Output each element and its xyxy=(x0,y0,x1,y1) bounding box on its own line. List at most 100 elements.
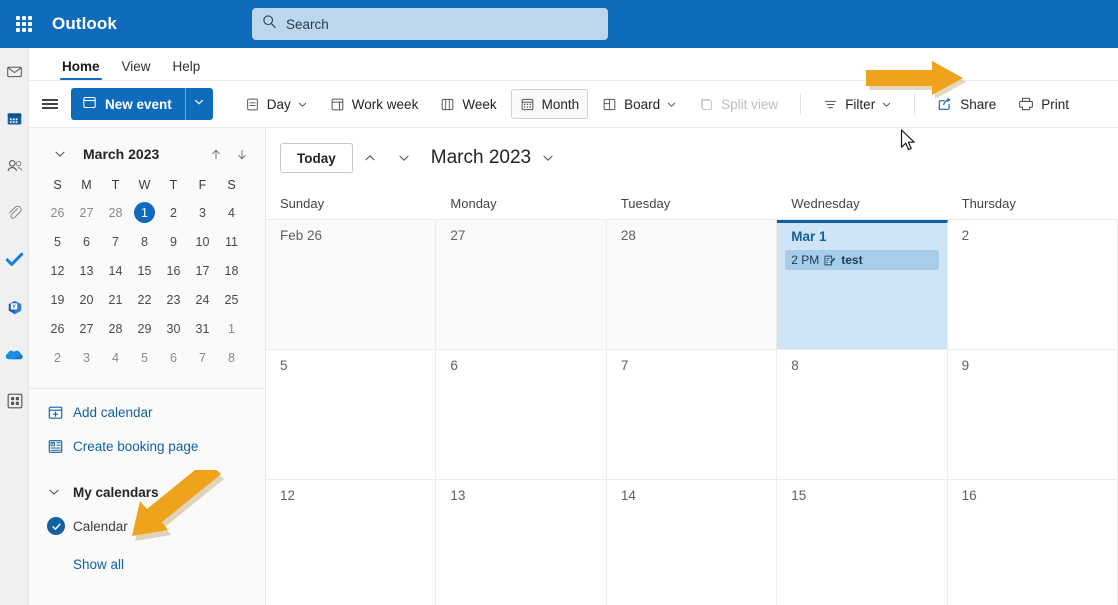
mini-calendar-day[interactable]: 23 xyxy=(159,285,188,314)
mini-calendar-day[interactable]: 24 xyxy=(188,285,217,314)
view-work-week-button[interactable]: Work week xyxy=(322,89,427,119)
calendar-day-cell[interactable]: Feb 26 xyxy=(266,220,437,349)
next-month-button[interactable] xyxy=(387,143,421,173)
mini-calendar-day[interactable]: 20 xyxy=(72,285,101,314)
arrow-down-icon[interactable] xyxy=(229,147,255,162)
mini-calendar-day[interactable]: 2 xyxy=(159,198,188,227)
tab-view[interactable]: View xyxy=(111,59,162,80)
mini-calendar-day[interactable]: 4 xyxy=(101,343,130,372)
show-all-link[interactable]: Show all xyxy=(29,557,265,572)
mini-calendar-day[interactable]: 21 xyxy=(101,285,130,314)
view-board-button[interactable]: Board xyxy=(594,89,685,119)
calendar-day-cell[interactable]: 16 xyxy=(948,480,1118,605)
mini-calendar-day[interactable]: 16 xyxy=(159,256,188,285)
calendar-day-cell[interactable]: 12 xyxy=(266,480,437,605)
onedrive-icon[interactable] xyxy=(0,330,29,377)
mini-calendar-day[interactable]: 3 xyxy=(188,198,217,227)
mini-calendar-day[interactable]: 8 xyxy=(130,227,159,256)
mini-calendar-day[interactable]: 3 xyxy=(72,343,101,372)
mini-calendar-day[interactable]: 6 xyxy=(72,227,101,256)
create-booking-page-link[interactable]: B Create booking page xyxy=(29,429,265,463)
previous-month-button[interactable] xyxy=(353,143,387,173)
mini-calendar-day[interactable]: 7 xyxy=(188,343,217,372)
chevron-down-icon[interactable] xyxy=(666,99,677,110)
mini-calendar-day[interactable]: 6 xyxy=(159,343,188,372)
mini-calendar-day[interactable]: 25 xyxy=(217,285,246,314)
mini-calendar-day[interactable]: 1 xyxy=(217,314,246,343)
mini-calendar-day[interactable]: 27 xyxy=(72,198,101,227)
apps-icon[interactable] xyxy=(0,377,29,424)
calendar-day-cell[interactable]: 6 xyxy=(436,350,607,479)
people-icon[interactable] xyxy=(0,142,29,189)
search-input[interactable]: Search xyxy=(252,8,608,40)
calendar-day-cell[interactable]: 15 xyxy=(777,480,948,605)
mini-calendar-day[interactable]: 27 xyxy=(72,314,101,343)
check-icon[interactable] xyxy=(47,517,65,535)
mail-icon[interactable] xyxy=(0,48,29,95)
mini-calendar-day[interactable]: 13 xyxy=(72,256,101,285)
calendar-icon[interactable] xyxy=(0,95,29,142)
today-button[interactable]: Today xyxy=(280,143,353,173)
new-event-dropdown-button[interactable] xyxy=(184,88,213,120)
arrow-up-icon[interactable] xyxy=(203,147,229,162)
mini-calendar-day[interactable]: 2 xyxy=(43,343,72,372)
mini-calendar-day[interactable]: 8 xyxy=(217,343,246,372)
share-button[interactable]: Share xyxy=(929,89,1004,119)
calendar-day-cell[interactable]: 14 xyxy=(607,480,778,605)
mini-calendar-day[interactable]: 18 xyxy=(217,256,246,285)
view-month-button[interactable]: Month xyxy=(510,89,589,119)
mini-calendar-day[interactable]: 14 xyxy=(101,256,130,285)
mini-calendar-day[interactable]: 5 xyxy=(130,343,159,372)
mini-calendar-day[interactable]: 31 xyxy=(188,314,217,343)
mini-calendar-day[interactable]: 19 xyxy=(43,285,72,314)
mini-calendar-day[interactable]: 26 xyxy=(43,314,72,343)
mini-calendar-day[interactable]: 5 xyxy=(43,227,72,256)
calendar-day-cell[interactable]: 13 xyxy=(436,480,607,605)
calendar-day-cell[interactable]: 5 xyxy=(266,350,437,479)
calendar-day-cell[interactable]: 28 xyxy=(606,220,778,349)
mini-calendar-day[interactable]: 30 xyxy=(159,314,188,343)
todo-icon[interactable] xyxy=(0,236,29,283)
calendar-day-cell[interactable]: 8 xyxy=(777,350,948,479)
add-calendar-link[interactable]: Add calendar xyxy=(29,395,265,429)
chevron-down-icon[interactable] xyxy=(881,99,892,110)
mini-calendar-day[interactable]: 26 xyxy=(43,198,72,227)
hamburger-icon[interactable] xyxy=(29,96,71,111)
chevron-down-icon[interactable] xyxy=(47,147,73,161)
app-launcher-icon[interactable] xyxy=(0,0,48,48)
mini-calendar-day[interactable]: 4 xyxy=(217,198,246,227)
print-button[interactable]: Print xyxy=(1010,89,1077,119)
mini-calendar-day[interactable]: 7 xyxy=(101,227,130,256)
calendar-month-title[interactable]: March 2023 xyxy=(431,147,555,169)
mini-calendar-day[interactable]: 12 xyxy=(43,256,72,285)
calendar-day-cell-selected[interactable]: Mar 1 2 PM test xyxy=(777,220,948,349)
view-week-button[interactable]: Week xyxy=(432,89,504,119)
tab-home[interactable]: Home xyxy=(51,59,111,80)
new-event-button[interactable]: New event xyxy=(71,88,185,120)
attachment-icon[interactable] xyxy=(0,189,29,236)
tab-help[interactable]: Help xyxy=(162,59,212,80)
chevron-down-icon[interactable] xyxy=(297,99,308,110)
filter-button[interactable]: Filter xyxy=(815,89,900,119)
mini-calendar-day[interactable]: 10 xyxy=(188,227,217,256)
mini-calendar-day[interactable]: 17 xyxy=(188,256,217,285)
calendar-day-cell[interactable]: 2 xyxy=(948,220,1118,349)
mini-calendar-day[interactable]: 15 xyxy=(130,256,159,285)
calendar-day-cell[interactable]: 27 xyxy=(436,220,607,349)
mini-calendar-day[interactable]: 29 xyxy=(130,314,159,343)
yammer-icon[interactable]: Y xyxy=(0,283,29,330)
sidebar-calendar-item[interactable]: Calendar xyxy=(29,509,265,543)
calendar-day-number: 15 xyxy=(791,488,807,503)
chevron-down-icon[interactable] xyxy=(541,151,555,165)
mini-calendar-day-today[interactable]: 1 xyxy=(130,198,159,227)
mini-calendar-day[interactable]: 28 xyxy=(101,314,130,343)
my-calendars-group[interactable]: My calendars xyxy=(29,475,265,509)
calendar-day-cell[interactable]: 7 xyxy=(607,350,778,479)
view-day-button[interactable]: Day xyxy=(237,89,316,119)
mini-calendar-day[interactable]: 9 xyxy=(159,227,188,256)
mini-calendar-day[interactable]: 28 xyxy=(101,198,130,227)
mini-calendar-day[interactable]: 11 xyxy=(217,227,246,256)
calendar-day-cell[interactable]: 9 xyxy=(948,350,1118,479)
mini-calendar-day[interactable]: 22 xyxy=(130,285,159,314)
calendar-event[interactable]: 2 PM test xyxy=(785,250,939,270)
